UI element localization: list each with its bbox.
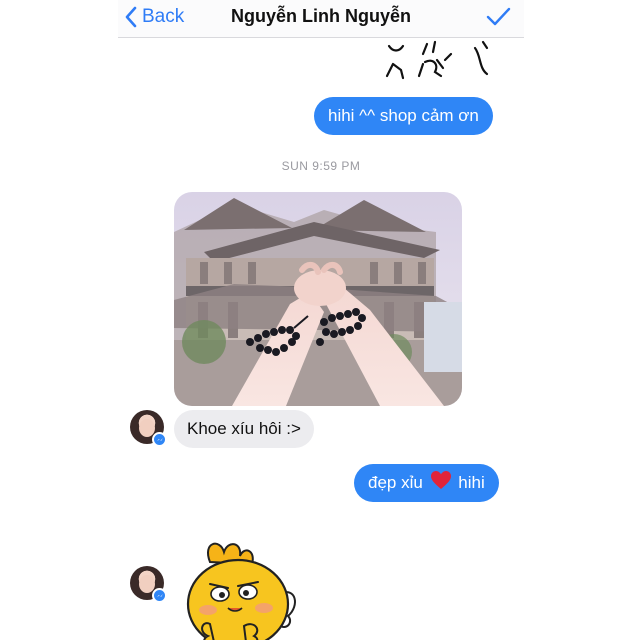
conversation-title: Nguyễn Linh Nguyễn [231, 6, 411, 26]
incoming-message[interactable]: Khoe xíu hôi :> [174, 410, 314, 448]
photo-temple-hands-image [174, 192, 462, 406]
messenger-icon [152, 432, 167, 447]
previous-sticker-fragment [385, 40, 489, 80]
chevron-left-icon [125, 6, 137, 28]
message-text: đẹp xỉu [368, 473, 423, 492]
message-text: hihi [458, 473, 485, 492]
outgoing-message[interactable]: đẹp xỉu hihi [354, 464, 499, 502]
back-label: Back [142, 6, 185, 27]
shared-photo[interactable] [174, 192, 462, 406]
outgoing-message[interactable]: hihi ^^ shop cảm ơn [314, 97, 493, 135]
heart-icon [430, 471, 451, 489]
checkmark-icon[interactable] [484, 5, 512, 29]
navigation-bar: Back Nguyễn Linh Nguyễn [118, 0, 524, 38]
messenger-icon [152, 588, 167, 603]
back-button[interactable]: Back [124, 4, 184, 30]
message-timestamp: SUN 9:59 PM [281, 159, 361, 173]
conversation-screen: Back Nguyễn Linh Nguyễn hihi ^^ shop cảm… [118, 0, 524, 640]
yellow-chick-sticker[interactable] [180, 536, 298, 640]
